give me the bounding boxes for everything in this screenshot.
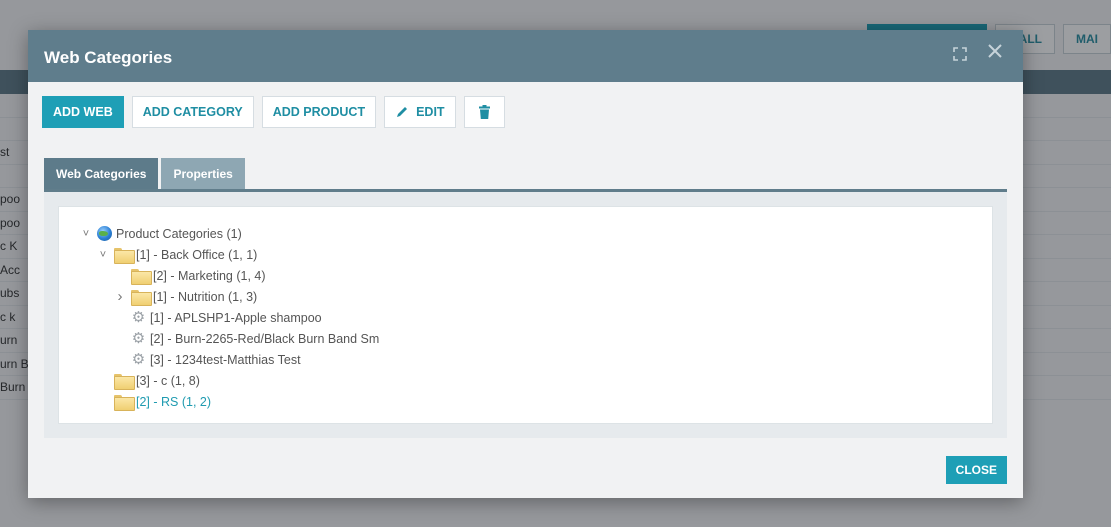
dialog-header: Web Categories xyxy=(28,30,1023,82)
folder-icon xyxy=(131,268,152,285)
tree-node[interactable]: ˅ [1] - Back Office (1, 1) xyxy=(79,244,992,265)
folder-icon xyxy=(114,373,135,390)
tab-web-categories[interactable]: Web Categories xyxy=(44,158,159,189)
close-button[interactable]: CLOSE xyxy=(945,456,1007,484)
web-categories-dialog: Web Categories ADD WEB ADD CATEGORY ADD … xyxy=(28,30,1023,498)
tree-node-label: [3] - c (1, 8) xyxy=(136,373,200,388)
chevron-down-icon[interactable]: ˅ xyxy=(79,228,93,240)
tree-node[interactable]: [2] - RS (1, 2) xyxy=(79,391,992,412)
tree-node-label: [1] - Nutrition (1, 3) xyxy=(153,289,258,304)
tree-container: ˅ Product Categories (1) ˅ [1] - Back Offic… xyxy=(44,192,1007,438)
folder-icon xyxy=(114,394,135,411)
trash-icon xyxy=(478,105,490,119)
tree-node[interactable]: [2] - Marketing (1, 4) xyxy=(79,265,992,286)
category-tree: ˅ Product Categories (1) ˅ [1] - Back Offic… xyxy=(58,206,993,424)
tree-node-label: Product Categories (1) xyxy=(116,226,242,241)
tree-node[interactable]: [3] - c (1, 8) xyxy=(79,370,992,391)
dialog-title: Web Categories xyxy=(44,48,173,67)
dialog-tabs: Web Categories Properties xyxy=(44,158,1007,192)
tree-node[interactable]: ˅ Product Categories (1) xyxy=(79,223,992,244)
chevron-right-icon[interactable]: › xyxy=(113,288,127,305)
tree-node-label: [1] - Back Office (1, 1) xyxy=(136,247,258,262)
pencil-icon xyxy=(395,105,409,119)
close-icon[interactable] xyxy=(987,43,1003,61)
add-web-button[interactable]: ADD WEB xyxy=(42,96,124,128)
add-product-button[interactable]: ADD PRODUCT xyxy=(261,96,377,128)
tree-node[interactable]: ⚙ [3] - 1234test-Matthias Test xyxy=(79,349,992,370)
tab-properties[interactable]: Properties xyxy=(161,158,245,189)
folder-icon xyxy=(114,247,135,264)
dialog-footer: CLOSE xyxy=(945,456,1007,484)
add-category-button[interactable]: ADD CATEGORY xyxy=(131,96,254,128)
tree-node[interactable]: › [1] - Nutrition (1, 3) xyxy=(79,286,992,307)
chevron-down-icon[interactable]: ˅ xyxy=(96,249,110,261)
globe-icon xyxy=(97,226,112,241)
tree-node-label: [2] - Burn-2265-Red/Black Burn Band Sm xyxy=(150,331,380,346)
tree-node-label: [1] - APLSHP1-Apple shampoo xyxy=(150,310,322,325)
gear-icon: ⚙ xyxy=(131,351,146,368)
tree-node-label: [2] - RS (1, 2) xyxy=(136,394,212,409)
tree-node-label: [3] - 1234test-Matthias Test xyxy=(150,352,301,367)
tree-node[interactable]: ⚙ [2] - Burn-2265-Red/Black Burn Band Sm xyxy=(79,328,992,349)
edit-button-label: EDIT xyxy=(416,105,445,119)
dialog-toolbar: ADD WEB ADD CATEGORY ADD PRODUCT EDIT xyxy=(28,82,1023,128)
gear-icon: ⚙ xyxy=(131,309,146,326)
gear-icon: ⚙ xyxy=(131,330,146,347)
tree-node[interactable]: ⚙ [1] - APLSHP1-Apple shampoo xyxy=(79,307,992,328)
folder-icon xyxy=(131,289,152,306)
delete-button[interactable] xyxy=(463,96,505,128)
edit-button[interactable]: EDIT xyxy=(384,96,456,128)
expand-icon[interactable] xyxy=(953,46,967,61)
tree-node-label: [2] - Marketing (1, 4) xyxy=(153,268,266,283)
